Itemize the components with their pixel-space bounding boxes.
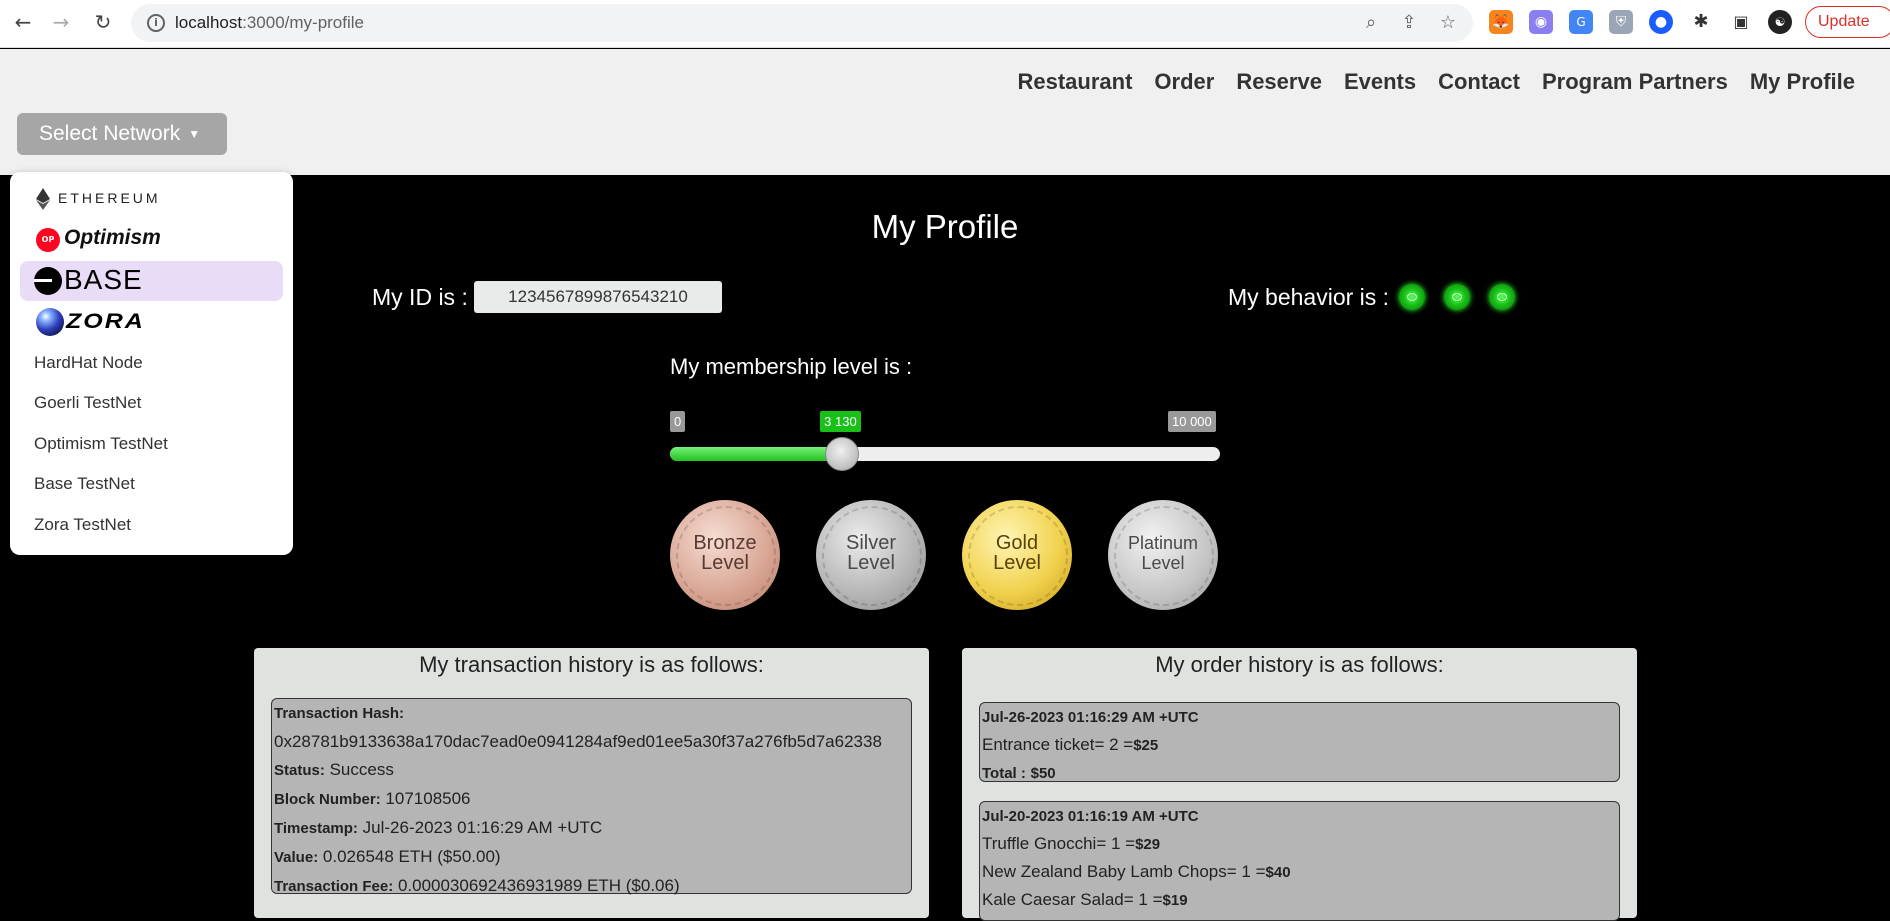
- transaction-hash[interactable]: 0x28781b9133638a170dac7ead0e0941284af9ed…: [272, 728, 911, 756]
- order-date: Jul-26-2023 01:16:29 AM +UTC: [982, 709, 1199, 726]
- nav-program-partners[interactable]: Program Partners: [1542, 69, 1728, 95]
- membership-label: My membership level is :: [670, 354, 913, 379]
- network-option-zora[interactable]: ZORA: [10, 305, 293, 339]
- bookmark-star-icon[interactable]: ☆: [1437, 12, 1459, 34]
- network-option-base-testnet[interactable]: Base TestNet: [34, 474, 317, 494]
- zora-icon: [36, 308, 64, 336]
- url-text[interactable]: localhost:3000/my-profile: [175, 13, 364, 33]
- caret-down-icon: ▼: [188, 127, 201, 142]
- behavior-indicator-icon: [1399, 284, 1425, 310]
- gold-level-medal[interactable]: Gold Level: [962, 500, 1072, 610]
- update-button[interactable]: Update: [1805, 6, 1890, 38]
- top-navigation: Restaurant Order Reserve Events Contact …: [995, 69, 1855, 95]
- platinum-level-medal[interactable]: Platinum Level: [1108, 500, 1218, 610]
- behavior-indicator-icon: [1444, 284, 1470, 310]
- id-label: My ID is :: [372, 284, 468, 310]
- forward-icon[interactable]: →: [48, 9, 74, 35]
- select-network-label: Select Network: [39, 122, 181, 145]
- reload-icon[interactable]: ↻: [90, 9, 116, 35]
- info-icon[interactable]: i: [147, 14, 165, 32]
- transaction-fee: 0.000030692436931989 ETH ($0.06): [397, 876, 680, 895]
- site-header: Restaurant Order Reserve Events Contact …: [0, 49, 1890, 175]
- sidepanel-icon[interactable]: ▣: [1729, 10, 1753, 34]
- puzzle-icon[interactable]: ✱: [1689, 10, 1713, 34]
- order-card: Jul-20-2023 01:16:19 AM +UTC Truffle Gno…: [979, 801, 1620, 921]
- extension-ghost-icon[interactable]: ◉: [1529, 10, 1553, 34]
- slider-max-label: 10 000: [1168, 411, 1216, 432]
- metamask-icon[interactable]: 🦊: [1489, 10, 1513, 34]
- ethereum-icon: [36, 188, 50, 210]
- optimism-icon: OP: [36, 228, 60, 252]
- avatar[interactable]: ☯: [1768, 10, 1792, 34]
- network-option-base[interactable]: BASE: [20, 261, 283, 301]
- order-date: Jul-20-2023 01:16:19 AM +UTC: [982, 808, 1199, 825]
- nav-my-profile[interactable]: My Profile: [1750, 69, 1855, 95]
- silver-level-medal[interactable]: Silver Level: [816, 500, 926, 610]
- transaction-value: 0.026548 ETH ($50.00): [322, 847, 501, 866]
- order-history-title: My order history is as follows:: [1155, 652, 1444, 677]
- translate-icon[interactable]: G: [1569, 10, 1593, 34]
- transaction-history-panel: My transaction history is as follows: Tr…: [254, 648, 929, 918]
- membership-slider-thumb[interactable]: [825, 437, 860, 471]
- transaction-card: Transaction Hash: 0x28781b9133638a170dac…: [271, 698, 912, 895]
- nav-reserve[interactable]: Reserve: [1236, 69, 1322, 95]
- behavior-indicator-icon: [1489, 284, 1515, 310]
- network-option-optimism[interactable]: OP Optimism: [10, 224, 293, 258]
- slider-min-label: 0: [670, 411, 686, 432]
- shield-icon[interactable]: ⛨: [1609, 10, 1633, 34]
- order-card: Jul-26-2023 01:16:29 AM +UTC Entrance ti…: [979, 702, 1620, 782]
- zoom-icon[interactable]: ⌕: [1360, 12, 1382, 34]
- transaction-status: Success: [329, 760, 394, 779]
- transaction-history-title: My transaction history is as follows:: [419, 652, 764, 677]
- order-history-panel: My order history is as follows: Jul-26-2…: [962, 648, 1637, 921]
- extension-circle-icon[interactable]: ●: [1649, 10, 1673, 34]
- back-icon[interactable]: ←: [10, 9, 36, 35]
- network-option-optimism-testnet[interactable]: Optimism TestNet: [34, 434, 317, 454]
- share-icon[interactable]: ⇪: [1398, 12, 1420, 34]
- network-dropdown-menu: ETHEREUM OP Optimism BASE ZORA HardHat N…: [10, 172, 293, 555]
- nav-events[interactable]: Events: [1344, 69, 1416, 95]
- id-value-field[interactable]: 1234567899876543210: [474, 281, 722, 313]
- select-network-button[interactable]: Select Network ▼: [17, 113, 227, 155]
- nav-order[interactable]: Order: [1154, 69, 1214, 95]
- transaction-timestamp: Jul-26-2023 01:16:29 AM +UTC: [362, 818, 603, 837]
- base-icon: [34, 267, 62, 295]
- network-option-hardhat[interactable]: HardHat Node: [34, 353, 317, 373]
- nav-contact[interactable]: Contact: [1438, 69, 1520, 95]
- network-option-zora-testnet[interactable]: Zora TestNet: [34, 515, 317, 535]
- address-bar[interactable]: i localhost:3000/my-profile ⌕ ⇪ ☆: [131, 4, 1473, 42]
- slider-value-label: 3 130: [820, 411, 861, 432]
- bronze-level-medal[interactable]: Bronze Level: [670, 500, 780, 610]
- behavior-label: My behavior is :: [1228, 284, 1390, 310]
- browser-toolbar: ← → ↻ i localhost:3000/my-profile ⌕ ⇪ ☆ …: [0, 0, 1890, 48]
- network-option-ethereum[interactable]: ETHEREUM: [10, 186, 293, 214]
- nav-restaurant[interactable]: Restaurant: [1017, 69, 1132, 95]
- membership-slider-fill: [670, 447, 843, 461]
- network-option-goerli[interactable]: Goerli TestNet: [34, 393, 317, 413]
- transaction-block: 107108506: [385, 789, 471, 808]
- membership-slider-track[interactable]: [670, 447, 1220, 461]
